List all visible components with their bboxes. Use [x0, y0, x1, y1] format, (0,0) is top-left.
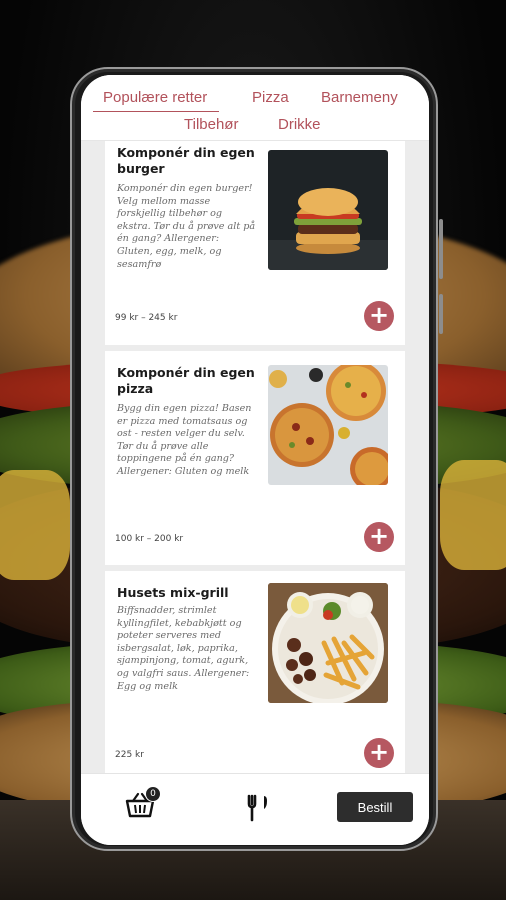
app-screen: Populære retter Pizza Barnemeny Tilbehør… [81, 75, 429, 845]
plus-icon: + [368, 522, 390, 550]
product-price: 100 kr – 200 kr [115, 534, 184, 544]
plus-icon: + [368, 738, 390, 766]
cart-count-badge: 0 [145, 786, 161, 802]
product-card[interactable]: Husets mix-grill Biffsnadder, strimlet k… [105, 571, 405, 773]
product-price: 99 kr – 245 kr [115, 313, 178, 323]
tab-drikke[interactable]: Drikke [278, 116, 321, 133]
cart-button[interactable]: 0 [125, 786, 161, 822]
product-card[interactable]: Komponér din egen pizza Bygg din egen pi… [105, 351, 405, 565]
product-description: Biffsnadder, strimlet kyllingfilet, keba… [117, 605, 250, 692]
burger-photo [268, 150, 388, 270]
pizza-photo [268, 365, 388, 485]
cutlery-icon[interactable] [245, 794, 271, 822]
product-description: Bygg din egen pizza! Basen er pizza med … [117, 403, 252, 477]
tab-pizza[interactable]: Pizza [252, 89, 289, 106]
mixgrill-photo [268, 583, 388, 703]
product-title: Komponér din egen burger [117, 145, 255, 176]
phone-frame: Populære retter Pizza Barnemeny Tilbehør… [70, 67, 443, 851]
category-tabs: Populære retter Pizza Barnemeny Tilbehør… [81, 75, 429, 141]
product-title: Komponér din egen pizza [117, 365, 255, 396]
add-to-cart-button[interactable]: + [364, 301, 394, 331]
tab-barnemeny[interactable]: Barnemeny [321, 89, 398, 106]
product-card[interactable]: Komponér din egen burger Komponér din eg… [105, 141, 405, 345]
add-to-cart-button[interactable]: + [364, 522, 394, 552]
order-button[interactable]: Bestill [337, 792, 413, 822]
product-list: Komponér din egen burger Komponér din eg… [81, 141, 429, 773]
add-to-cart-button[interactable]: + [364, 738, 394, 768]
product-price: 225 kr [115, 750, 144, 760]
product-title: Husets mix-grill [117, 585, 229, 600]
plus-icon: + [368, 301, 390, 329]
tab-populaere-retter[interactable]: Populære retter [92, 89, 220, 112]
tab-tilbehor[interactable]: Tilbehør [184, 116, 238, 133]
product-description: Komponér din egen burger! Velg mellom ma… [117, 183, 256, 270]
bottom-bar: 0 Bestill [81, 773, 429, 845]
